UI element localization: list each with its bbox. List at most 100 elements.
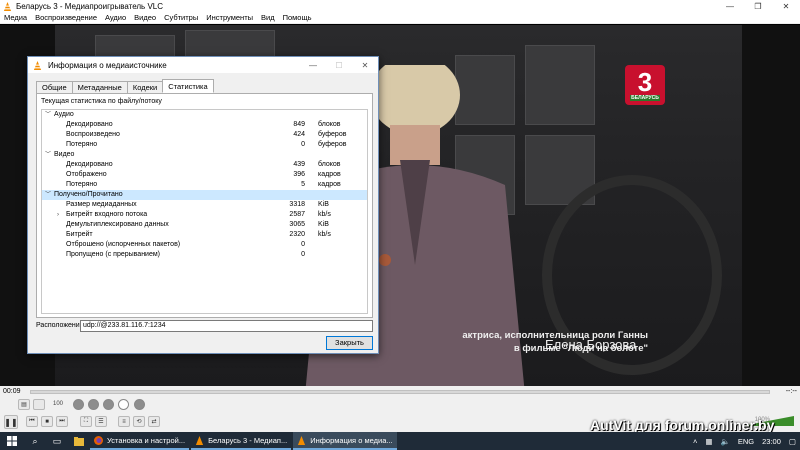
file-explorer-icon[interactable] xyxy=(68,432,90,450)
row-unit: блоков xyxy=(318,121,341,128)
tab-codecs[interactable]: Кодеки xyxy=(126,81,164,93)
statistics-tree[interactable]: ﹀ Аудио Декодировано 849 блоков Воспроиз… xyxy=(41,109,368,314)
search-icon[interactable]: ⌕ xyxy=(24,432,46,450)
seek-slider[interactable] xyxy=(30,390,770,394)
caption-line-1: актриса, исполнительница роли Ганны xyxy=(462,330,648,341)
tree-row[interactable]: Демультиплексировано данных 3065 KiB xyxy=(42,220,367,230)
next-icon[interactable]: ⏭ xyxy=(56,416,68,427)
menu-tools[interactable]: Инструменты xyxy=(202,13,257,22)
tree-row[interactable]: Отброшено (испорченных пакетов) 0 xyxy=(42,240,367,250)
close-window-button[interactable]: ✕ xyxy=(772,0,800,12)
row-value: 2320 xyxy=(289,231,305,238)
tree-row[interactable]: Декодировано 849 блоков xyxy=(42,120,367,130)
ab-repeat-button[interactable] xyxy=(134,399,145,410)
tree-row[interactable]: Размер медиаданных 3318 KiB xyxy=(42,200,367,210)
tree-group-received[interactable]: ﹀ Получено/Прочитано xyxy=(42,190,367,200)
dialog-minimize-button[interactable]: — xyxy=(300,57,326,73)
shuffle-icon[interactable]: ⇄ xyxy=(148,416,160,427)
speed-field[interactable]: 100 xyxy=(48,399,68,410)
row-value: 3065 xyxy=(289,221,305,228)
group-label: Получено/Прочитано xyxy=(54,191,123,198)
loop-icon[interactable]: ⟲ xyxy=(133,416,145,427)
tree-row[interactable]: Потеряно 0 буферов xyxy=(42,140,367,150)
language-indicator[interactable]: ENG xyxy=(738,437,754,446)
row-value: 424 xyxy=(293,131,305,138)
row-label: Отображено xyxy=(66,171,107,178)
tab-statistics[interactable]: Статистика xyxy=(162,79,214,93)
tree-row[interactable]: Отображено 396 кадров xyxy=(42,170,367,180)
chevron-down-icon[interactable]: ﹀ xyxy=(44,190,52,200)
row-label: Декодировано xyxy=(66,121,113,128)
location-field[interactable]: udp://@233.81.116.7:1234 xyxy=(80,320,373,332)
chevron-up-icon[interactable]: ˄ xyxy=(693,437,697,446)
menu-view[interactable]: Вид xyxy=(257,13,279,22)
taskbar-item-vlc-info[interactable]: Информация о медиа... xyxy=(293,432,397,450)
row-unit: кадров xyxy=(318,171,341,178)
row-value: 3318 xyxy=(289,201,305,208)
tree-group-audio[interactable]: ﹀ Аудио xyxy=(42,110,367,120)
loop-a-button[interactable] xyxy=(73,399,84,410)
row-value: 0 xyxy=(301,251,305,258)
playlist-icon[interactable]: ≡ xyxy=(118,416,130,427)
dialog-close-button[interactable]: ✕ xyxy=(352,57,378,73)
tree-row[interactable]: › Битрейт входного потока 2587 kb/s xyxy=(42,210,367,220)
previous-icon[interactable]: ⏮ xyxy=(26,416,38,427)
network-icon[interactable]: ▦ xyxy=(705,437,712,446)
tab-metadata[interactable]: Метаданные xyxy=(71,81,128,93)
fullscreen-icon[interactable]: ⛶ xyxy=(80,416,92,427)
windows-taskbar: ⌕ ▭ Установка и настрой... Беларусь 3 - … xyxy=(0,432,800,450)
taskbar-item-label: Беларусь 3 - Медиап... xyxy=(208,435,288,445)
row-label: Декодировано xyxy=(66,161,113,168)
row-value: 439 xyxy=(293,161,305,168)
tree-row[interactable]: Пропущено (с прерыванием) 0 xyxy=(42,250,367,260)
vlc-cone-icon xyxy=(33,60,42,70)
tab-bar: Общие Метаданные Кодеки Статистика xyxy=(36,79,214,93)
menu-media[interactable]: Медиа xyxy=(0,13,31,22)
menu-subtitles[interactable]: Субтитры xyxy=(160,13,202,22)
notifications-icon[interactable]: ▢ xyxy=(789,437,796,446)
restore-button[interactable]: ❐ xyxy=(744,0,772,12)
media-info-dialog: Информация о медиаисточнике — ☐ ✕ Общие … xyxy=(27,56,379,354)
taskbar-item-vlc-main[interactable]: Беларусь 3 - Медиап... xyxy=(191,432,292,450)
extended-settings-icon[interactable]: ☰ xyxy=(95,416,107,427)
system-tray: ˄ ▦ 🔈 ENG 23:00 ▢ xyxy=(689,432,800,450)
menu-audio[interactable]: Аудио xyxy=(101,13,130,22)
row-unit: кадров xyxy=(318,181,341,188)
tree-row[interactable]: Битрейт 2320 kb/s xyxy=(42,230,367,240)
tree-row[interactable]: Воспроизведено 424 буферов xyxy=(42,130,367,140)
row-unit: KiB xyxy=(318,221,329,228)
loop-b-button[interactable] xyxy=(88,399,99,410)
start-button[interactable] xyxy=(0,432,24,450)
pause-icon[interactable]: ❚❚ xyxy=(4,415,18,429)
tree-group-video[interactable]: ﹀ Видео xyxy=(42,150,367,160)
row-label: Потеряно xyxy=(66,141,98,148)
dialog-maximize-button[interactable]: ☐ xyxy=(326,57,352,73)
taskbar-item-firefox[interactable]: Установка и настрой... xyxy=(90,432,190,450)
task-view-icon[interactable]: ▭ xyxy=(46,432,68,450)
volume-icon[interactable]: 🔈 xyxy=(721,437,730,446)
menu-video[interactable]: Видео xyxy=(130,13,160,22)
snapshot-button[interactable]: ▤ xyxy=(18,399,30,410)
menubar: Медиа Воспроизведение Аудио Видео Субтит… xyxy=(0,12,800,24)
chevron-down-icon[interactable]: ﹀ xyxy=(44,150,52,160)
chevron-down-icon[interactable]: ﹀ xyxy=(44,110,52,120)
row-unit: буферов xyxy=(318,141,347,148)
location-label: Расположение: xyxy=(36,322,86,329)
caption-line-2: в фильме "Люди на болоте" xyxy=(513,343,648,354)
menu-help[interactable]: Помощь xyxy=(279,13,316,22)
row-label: Воспроизведено xyxy=(66,131,120,138)
tab-general[interactable]: Общие xyxy=(36,81,73,93)
frame-step-button[interactable] xyxy=(103,399,114,410)
menu-playback[interactable]: Воспроизведение xyxy=(31,13,101,22)
minimize-button[interactable]: — xyxy=(716,0,744,12)
chevron-right-icon[interactable]: › xyxy=(54,210,62,220)
stop-icon[interactable]: ■ xyxy=(41,416,53,427)
record-button[interactable] xyxy=(118,399,129,410)
tree-row[interactable]: Потеряно 5 кадров xyxy=(42,180,367,190)
clock[interactable]: 23:00 xyxy=(762,437,781,446)
close-button[interactable]: Закрыть xyxy=(326,336,373,350)
tree-row[interactable]: Декодировано 439 блоков xyxy=(42,160,367,170)
record-frame-button[interactable] xyxy=(33,399,45,410)
row-label: Пропущено (с прерыванием) xyxy=(66,251,161,258)
channel-number: 3 xyxy=(637,67,653,97)
